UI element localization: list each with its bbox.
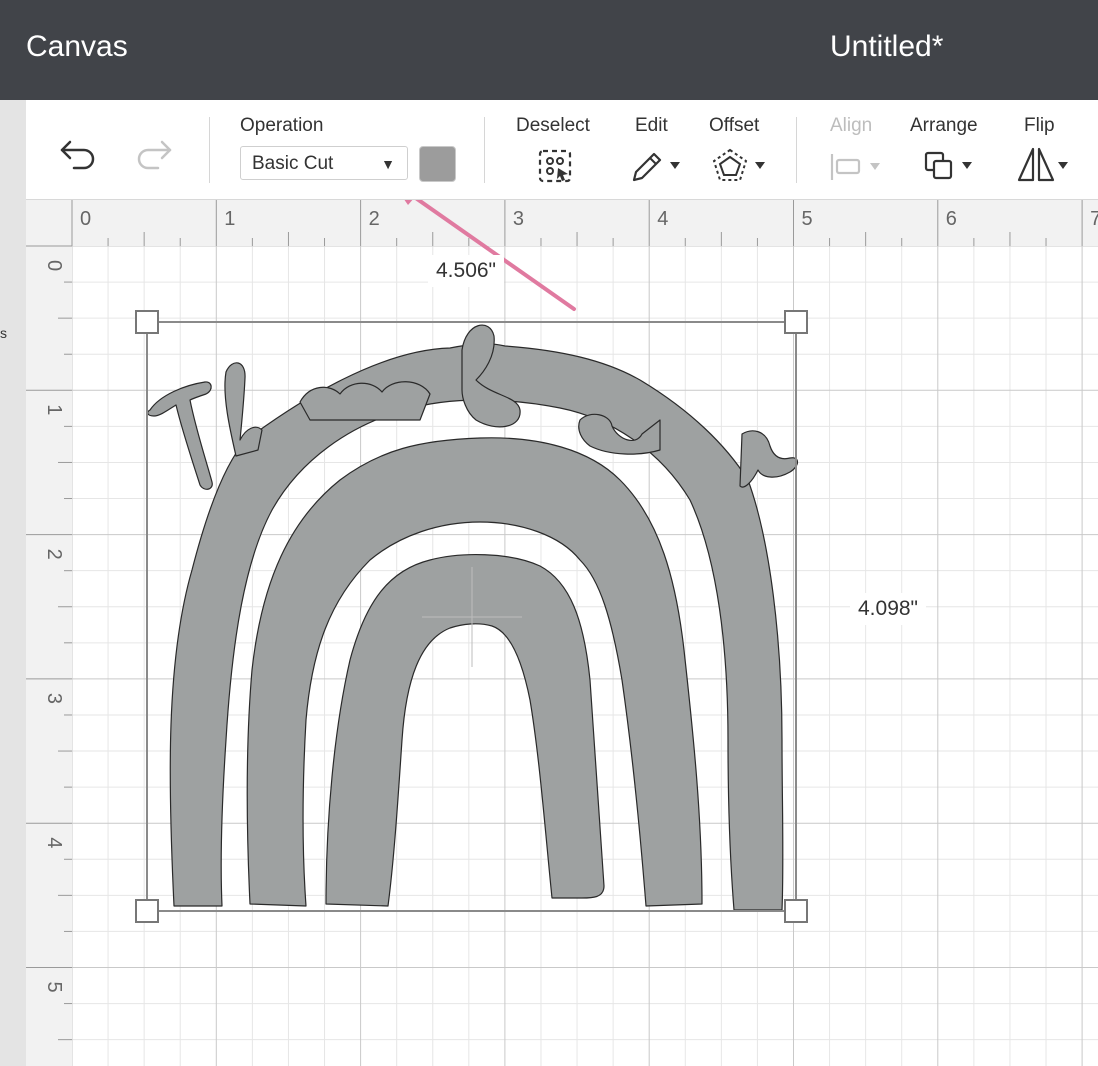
- panel-edge-glyph: s: [0, 325, 7, 341]
- color-swatch[interactable]: [419, 146, 456, 182]
- align-label: Align: [830, 115, 873, 136]
- resize-handle-bottom-right[interactable]: [784, 899, 808, 923]
- ruler-label-vertical: 5: [43, 982, 65, 993]
- toolbar-separator: [796, 117, 797, 183]
- resize-handle-bottom-left[interactable]: [135, 899, 159, 923]
- ruler-label-horizontal: 5: [802, 208, 813, 230]
- top-bar: Canvas Untitled*: [0, 0, 1098, 100]
- horizontal-ruler: [26, 200, 1098, 246]
- ruler-label-horizontal: 4: [657, 208, 668, 230]
- toolbar-separator: [484, 117, 485, 183]
- vertical-ruler: [26, 200, 72, 1066]
- undo-button[interactable]: [56, 136, 100, 172]
- resize-handle-top-left[interactable]: [135, 310, 159, 334]
- rainbow-inner-band: [325, 554, 605, 907]
- design-canvas[interactable]: 0 1 2 3 4 5 6 7 0 1 2 3 4 5 4.506" 4.098": [26, 200, 1098, 1066]
- operation-dropdown[interactable]: Basic Cut ▼: [240, 146, 408, 180]
- ruler-label-vertical: 2: [43, 549, 65, 560]
- ruler-label-horizontal: 0: [80, 208, 91, 230]
- edit-label: Edit: [635, 115, 668, 136]
- flip-label: Flip: [1024, 115, 1055, 136]
- canvas-drawing: 0 1 2 3 4 5 6 7 0 1 2 3 4 5: [26, 200, 1098, 1066]
- ruler-label-horizontal: 6: [946, 208, 957, 230]
- redo-arrow-icon: [137, 140, 172, 170]
- ruler-label-vertical: 0: [43, 260, 65, 271]
- script-tail: [739, 430, 799, 488]
- app-title: Canvas: [26, 30, 128, 63]
- ruler-label-vertical: 1: [43, 404, 65, 415]
- offset-pentagon-icon: [712, 148, 765, 181]
- toolbar-separator: [209, 117, 210, 183]
- offset-label: Offset: [709, 115, 760, 136]
- rainbow-design[interactable]: [147, 324, 799, 911]
- document-title[interactable]: Untitled*: [830, 30, 943, 64]
- align-icon: [830, 154, 880, 180]
- script-letter-h: [224, 362, 263, 457]
- offset-button[interactable]: [711, 148, 769, 184]
- deselect-dashed-box-icon: [538, 149, 572, 183]
- edit-button[interactable]: [628, 148, 684, 184]
- arrange-button[interactable]: [922, 148, 980, 184]
- arrange-label: Arrange: [910, 115, 978, 136]
- deselect-button[interactable]: [536, 148, 576, 184]
- ruler-label-horizontal: 3: [513, 208, 524, 230]
- left-panel-edge: s: [0, 100, 26, 1066]
- ruler-label-vertical: 4: [43, 837, 65, 848]
- deselect-label: Deselect: [516, 115, 590, 136]
- undo-arrow-icon: [60, 140, 95, 170]
- redo-button[interactable]: [132, 136, 176, 172]
- height-dimension-label: 4.098": [850, 593, 927, 625]
- ruler-label-vertical: 3: [43, 693, 65, 704]
- resize-handle-top-right[interactable]: [784, 310, 808, 334]
- align-button[interactable]: [828, 150, 886, 184]
- rainbow-middle-band: [246, 437, 703, 907]
- operation-value: Basic Cut: [252, 153, 334, 174]
- pencil-icon: [632, 152, 680, 182]
- script-bumps: [299, 381, 431, 421]
- arrange-layers-icon: [924, 151, 972, 180]
- ruler-label-horizontal: 2: [369, 208, 380, 230]
- flip-triangles-icon: [1017, 147, 1068, 182]
- flip-button[interactable]: [1016, 146, 1074, 184]
- chevron-down-icon: ▼: [381, 156, 395, 172]
- operation-label: Operation: [240, 115, 324, 136]
- edit-toolbar: Operation Basic Cut ▼ Deselect Edit Offs…: [26, 100, 1098, 200]
- width-dimension-label: 4.506": [428, 255, 505, 287]
- ruler-label-horizontal: 7: [1090, 208, 1098, 230]
- ruler-label-horizontal: 1: [224, 208, 235, 230]
